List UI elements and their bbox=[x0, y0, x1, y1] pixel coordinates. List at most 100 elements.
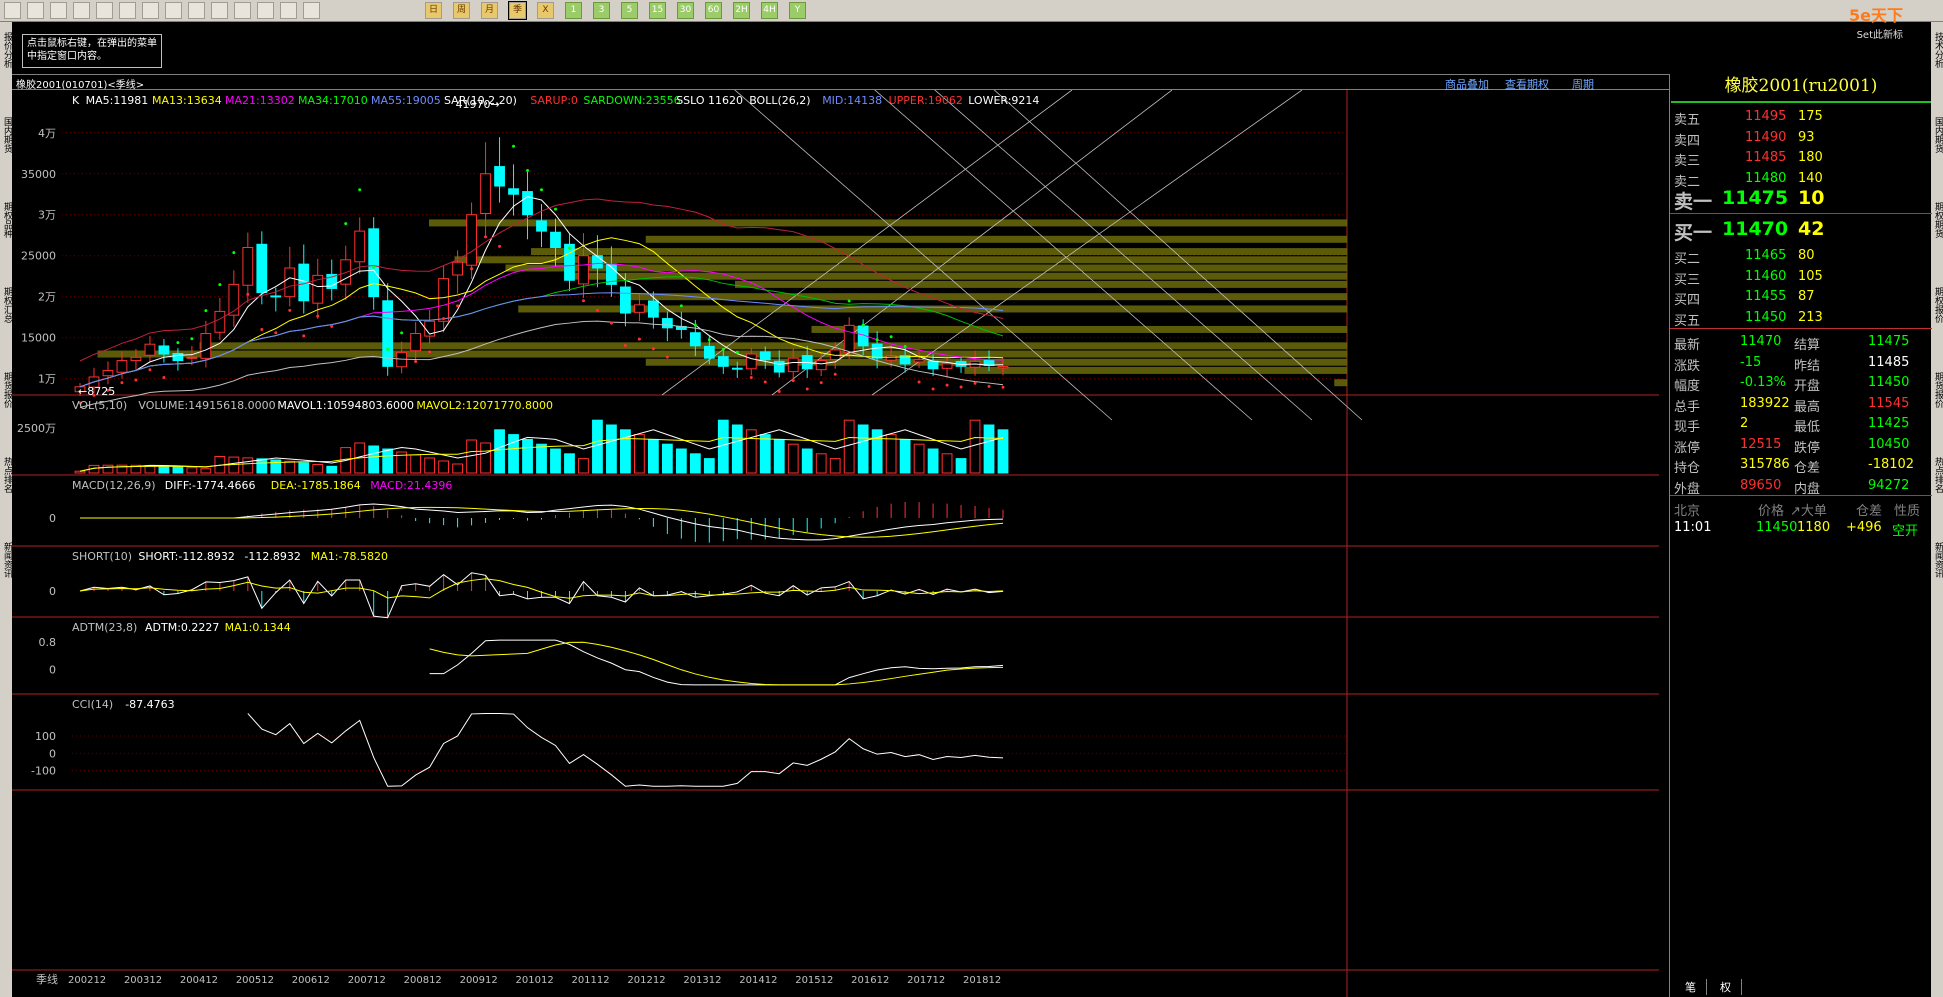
quote-cell: 卖五 bbox=[1674, 113, 1701, 128]
line-icon[interactable] bbox=[280, 2, 297, 19]
period-button-季[interactable]: 季 bbox=[508, 1, 527, 20]
quote-cell: 北京 bbox=[1674, 504, 1701, 519]
zoom-in-icon[interactable] bbox=[96, 2, 113, 19]
side-tab[interactable]: 期权报价 bbox=[1931, 287, 1943, 323]
side-tab[interactable]: 新闻资讯 bbox=[1931, 542, 1943, 578]
x-tick-label: 200612 bbox=[292, 975, 330, 986]
cci-axis-label: 100 bbox=[35, 730, 56, 743]
refresh-icon[interactable] bbox=[73, 2, 90, 19]
sar-dot bbox=[959, 385, 963, 389]
candle-body bbox=[494, 166, 505, 187]
side-tab[interactable]: 新闻资讯 bbox=[0, 542, 12, 578]
quote-cell: 幅度 bbox=[1674, 379, 1701, 394]
volume-profile-bar bbox=[620, 293, 1347, 301]
sar-dot bbox=[595, 308, 599, 312]
tool-icon[interactable] bbox=[234, 2, 251, 19]
candle-body bbox=[871, 343, 883, 359]
bid-price: 11450 bbox=[1745, 309, 1787, 325]
volume-bar bbox=[452, 463, 463, 474]
quote-cell: 内盘 bbox=[1794, 481, 1821, 497]
volume-bar bbox=[913, 443, 925, 474]
chart-icon[interactable] bbox=[50, 2, 67, 19]
volume-profile-bar bbox=[964, 366, 1347, 374]
grid-icon[interactable] bbox=[257, 2, 274, 19]
period-button-X[interactable]: X bbox=[537, 2, 554, 19]
erase-icon[interactable] bbox=[188, 2, 205, 19]
filter-icon[interactable] bbox=[211, 2, 228, 19]
quote-cell: ↗大单 bbox=[1790, 504, 1827, 519]
volume-bar bbox=[606, 424, 617, 474]
side-tab[interactable]: 热点排名 bbox=[1931, 457, 1943, 493]
candle-body bbox=[997, 366, 1009, 369]
quote-row: 卖三 11485 180 bbox=[1670, 148, 1932, 169]
side-tab[interactable]: 国内期货 bbox=[1931, 117, 1943, 153]
sar-dot bbox=[637, 337, 641, 341]
period-button-5[interactable]: 5 bbox=[621, 2, 638, 19]
period-button-月[interactable]: 月 bbox=[481, 2, 498, 19]
macd-diff-line bbox=[80, 503, 1004, 541]
indicator-value: SARDOWN:23556 bbox=[583, 94, 680, 107]
indicator-value: MAVOL2:12071770.8000 bbox=[416, 399, 553, 412]
volume-bar bbox=[773, 438, 785, 474]
quote-tab[interactable]: 笔 bbox=[1675, 979, 1707, 995]
period-button-日[interactable]: 日 bbox=[425, 2, 442, 19]
quote-cell: 跌停 bbox=[1794, 440, 1821, 456]
period-button-60[interactable]: 60 bbox=[705, 2, 722, 19]
period-button-2H[interactable]: 2H bbox=[733, 2, 750, 19]
zoom-out-icon[interactable] bbox=[119, 2, 136, 19]
quote-cell: 2 bbox=[1740, 416, 1749, 431]
period-button-Y[interactable]: Y bbox=[789, 2, 806, 19]
bid1-price: 11470 bbox=[1722, 218, 1789, 240]
sar-dot bbox=[302, 334, 306, 338]
price-axis-label: 35000 bbox=[21, 168, 56, 181]
period-button-3[interactable]: 3 bbox=[593, 2, 610, 19]
window-icon[interactable] bbox=[142, 2, 159, 19]
volume-bar bbox=[997, 429, 1009, 474]
quote-cell: 结算 bbox=[1794, 338, 1821, 353]
quote-row: 买一 11470 42 bbox=[1670, 218, 1932, 244]
period-button-1[interactable]: 1 bbox=[565, 2, 582, 19]
quote-title: 橡胶2001(ru2001) bbox=[1724, 76, 1878, 96]
home-icon[interactable] bbox=[4, 2, 21, 19]
x-tick-label: 200312 bbox=[124, 975, 162, 986]
candle-body bbox=[661, 318, 673, 329]
quote-cell: 外盘 bbox=[1674, 481, 1701, 497]
x-tick-label: 201812 bbox=[963, 975, 1001, 986]
folder-icon[interactable] bbox=[27, 2, 44, 19]
candle-body bbox=[885, 355, 897, 361]
candle-body bbox=[522, 191, 533, 216]
adtm-line bbox=[429, 639, 1004, 686]
candle-body bbox=[410, 333, 422, 352]
sar-dot bbox=[805, 387, 809, 391]
period-button-周[interactable]: 周 bbox=[453, 2, 470, 19]
side-tab[interactable]: 期货报价 bbox=[0, 372, 12, 408]
sar-dot bbox=[372, 265, 376, 269]
candle-body bbox=[438, 278, 450, 322]
side-tab[interactable]: 期权汇总 bbox=[0, 287, 12, 323]
period-button-4H[interactable]: 4H bbox=[761, 2, 778, 19]
quote-cell: -18102 bbox=[1868, 457, 1915, 472]
quote-tab[interactable]: 权 bbox=[1710, 979, 1742, 995]
indicator-value: VOL(5,10) bbox=[72, 399, 127, 412]
candle-body bbox=[731, 367, 743, 370]
K-icon[interactable] bbox=[303, 2, 320, 19]
quote-row: 外盘 89650 内盘 94272 bbox=[1670, 476, 1932, 497]
side-tab[interactable]: 技术分析 bbox=[1931, 32, 1943, 68]
period-button-15[interactable]: 15 bbox=[649, 2, 666, 19]
sar-dot bbox=[512, 144, 516, 148]
side-tab[interactable]: 期权期货 bbox=[1931, 202, 1943, 238]
period-button-30[interactable]: 30 bbox=[677, 2, 694, 19]
side-tab[interactable]: 国内期货 bbox=[0, 117, 12, 153]
side-tab[interactable]: 期货报价 bbox=[1931, 372, 1943, 408]
quote-row: 现手 2 最低 11425 bbox=[1670, 414, 1932, 435]
side-tab[interactable]: 期权品种 bbox=[0, 202, 12, 238]
quote-cell: 315786 bbox=[1740, 457, 1790, 472]
volume-profile-bar bbox=[429, 219, 1347, 227]
volume-bar bbox=[857, 424, 869, 474]
side-tab[interactable]: 报价分析 bbox=[0, 32, 12, 68]
chart-area[interactable]: 4万350003万250002万150001万41970→←8725K MA5:1… bbox=[12, 90, 1669, 997]
volume-bar bbox=[200, 468, 212, 474]
short-axis-label: 0 bbox=[49, 585, 56, 598]
pen-icon[interactable] bbox=[165, 2, 182, 19]
side-tab[interactable]: 热点排名 bbox=[0, 457, 12, 493]
